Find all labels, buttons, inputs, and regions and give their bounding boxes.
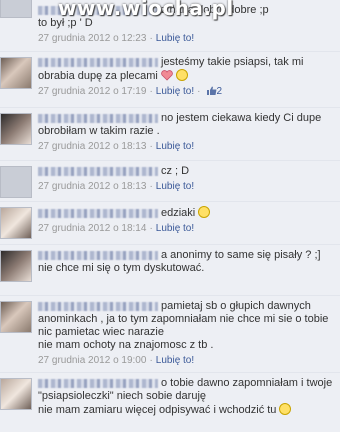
like-link[interactable]: Lubię to! [156,141,194,152]
redacted-name[interactable] [38,113,158,123]
comment-text: z haha dobre dobre ;p to był ;p ' D [38,4,334,30]
like-link[interactable]: Lubię to! [156,86,194,97]
comment-text: cz ; D [38,165,334,178]
like-count[interactable]: 2 [217,86,223,97]
comment-item: jesteśmy takie psiapsi, tak mi obrabia d… [0,53,340,108]
comment-meta: 27 grudnia 2012 o 19:00 · Lubię to! [38,354,334,367]
separator: · [197,86,201,97]
comment-text-content: cz ; D [161,165,190,177]
like-link[interactable]: Lubię to! [156,33,194,44]
timestamp[interactable]: 27 grudnia 2012 o 19:00 [38,355,146,366]
separator: · [149,86,153,97]
smiley-icon [279,403,292,415]
smiley-icon [175,69,188,81]
comment-text: pamietaj sb o głupich dawnych anominkach… [38,300,334,352]
avatar[interactable] [0,0,32,18]
redacted-name[interactable] [38,57,158,67]
comment-text: a anonimy to same się pisały ? ;] nie ch… [38,249,334,275]
avatar[interactable] [0,378,32,410]
timestamp[interactable]: 27 grudnia 2012 o 17:19 [38,86,146,97]
comment-text: o tobie dawno zapomniałam i twoje "psiap… [38,377,334,417]
separator: · [149,141,153,152]
comment-item: pamietaj sb o głupich dawnych anominkach… [0,297,340,373]
smiley-icon [198,206,211,218]
comment-item: z haha dobre dobre ;p to był ;p ' D 27 g… [0,0,340,52]
thumbs-up-icon [206,86,216,95]
heart-icon [161,70,173,81]
like-link[interactable]: Lubię to! [156,223,194,234]
avatar[interactable] [0,166,32,198]
avatar[interactable] [0,57,32,89]
timestamp[interactable]: 27 grudnia 2012 o 12:23 [38,33,146,44]
redacted-name[interactable] [38,378,158,388]
avatar[interactable] [0,301,32,333]
comment-meta: 27 grudnia 2012 o 18:13 · Lubię to! [38,140,334,153]
comment-text-content: edziaki [161,207,196,219]
redacted-name[interactable] [38,166,158,176]
comment-text: jesteśmy takie psiapsi, tak mi obrabia d… [38,56,334,83]
avatar[interactable] [0,207,32,239]
like-link[interactable]: Lubię to! [156,181,194,192]
comment-feed: www.wiocha.pl z haha dobre dobre ;p to b… [0,0,340,432]
comment-item: cz ; D 27 grudnia 2012 o 18:13 · Lubię to! [0,162,340,202]
like-link[interactable]: Lubię to! [156,355,194,366]
comment-item: edziaki 27 grudnia 2012 o 18:14 · Lubię to… [0,203,340,245]
redacted-name[interactable] [38,250,158,260]
redacted-name[interactable] [38,208,158,218]
separator: · [149,181,153,192]
redacted-name[interactable] [38,301,158,311]
comment-meta: 27 grudnia 2012 o 18:14 · Lubię to! [38,222,334,235]
redacted-name[interactable] [38,5,158,15]
comment-text: edziaki [38,206,334,220]
separator: · [149,33,153,44]
comment-item: a anonimy to same się pisały ? ;] nie ch… [0,246,340,296]
comment-meta: 27 grudnia 2012 o 18:13 · Lubię to! [38,180,334,193]
timestamp[interactable]: 27 grudnia 2012 o 18:13 [38,141,146,152]
separator: · [149,355,153,366]
separator: · [149,223,153,234]
comment-meta: 27 grudnia 2012 o 17:19 · Lubię to! · 2 [38,85,334,98]
comment-meta: 27 grudnia 2012 o 12:23 · Lubię to! [38,32,334,45]
timestamp[interactable]: 27 grudnia 2012 o 18:14 [38,223,146,234]
comment-item: no jestem ciekawa kiedy Ci dupe obrobiła… [0,109,340,161]
timestamp[interactable]: 27 grudnia 2012 o 18:13 [38,181,146,192]
avatar[interactable] [0,250,32,282]
comment-item: o tobie dawno zapomniałam i twoje "psiap… [0,374,340,432]
comment-text: no jestem ciekawa kiedy Ci dupe obrobiła… [38,112,334,138]
avatar[interactable] [0,113,32,145]
